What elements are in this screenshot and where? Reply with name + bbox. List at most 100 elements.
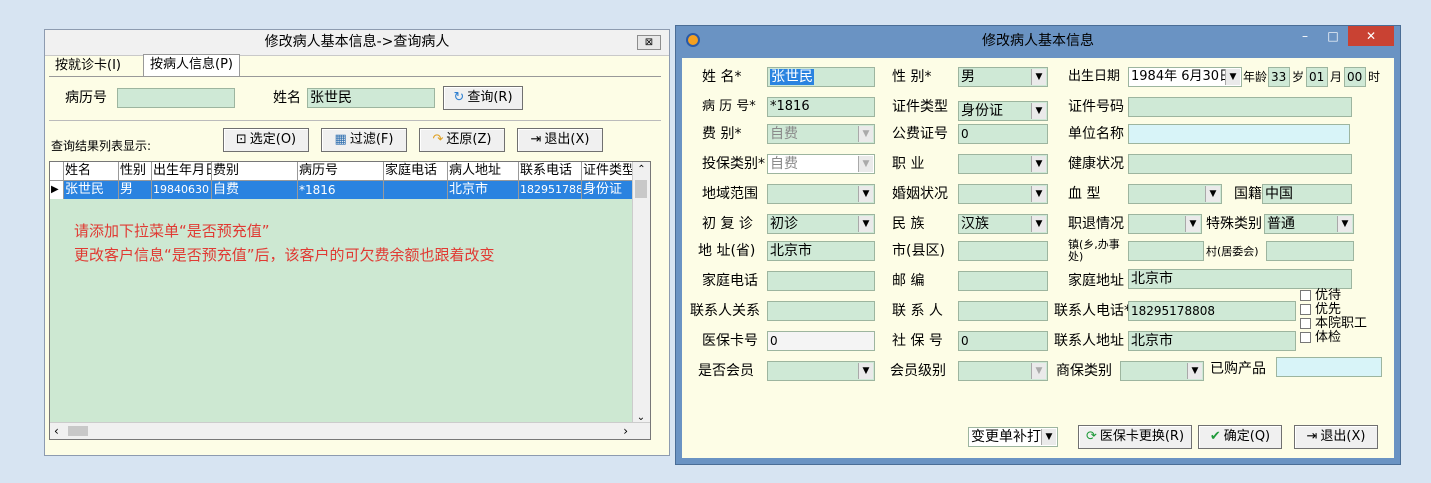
col-header[interactable]: 联系电话 <box>519 162 582 180</box>
restore-button[interactable]: ↷ 还原(Z) <box>419 128 505 152</box>
col-header[interactable]: 出生年月日 <box>152 162 212 180</box>
chevron-down-icon[interactable]: ▼ <box>858 363 873 379</box>
name-input[interactable]: 张世民 <box>767 67 875 87</box>
query-button[interactable]: ↻ 查询(R) <box>443 86 523 110</box>
biz-insure-select[interactable]: ▼ <box>1120 361 1204 381</box>
insure-type-select[interactable]: 自费 ▼ <box>767 154 875 174</box>
med-card-input[interactable]: 0 <box>767 331 875 351</box>
chevron-down-icon[interactable]: ▼ <box>858 126 873 142</box>
chevron-down-icon[interactable]: ▼ <box>1031 156 1046 172</box>
checkbox-box[interactable] <box>1300 318 1311 329</box>
chevron-down-icon[interactable]: ▼ <box>858 216 873 232</box>
col-header[interactable]: 费别 <box>212 162 298 180</box>
filter-button[interactable]: ▦ 过滤(F) <box>321 128 407 152</box>
chevron-down-icon[interactable]: ▼ <box>1031 69 1046 85</box>
nationality-input[interactable]: 中国 <box>1262 184 1352 204</box>
checkbox-youxian[interactable]: 优先 <box>1300 303 1367 317</box>
col-header[interactable]: 家庭电话 <box>384 162 448 180</box>
health-input[interactable] <box>1128 154 1352 174</box>
scroll-right-icon[interactable]: › <box>623 424 628 438</box>
minimize-icon[interactable]: – <box>1292 26 1318 46</box>
chevron-down-icon[interactable]: ▼ <box>1225 69 1240 85</box>
checkbox-checkup[interactable]: 体检 <box>1300 331 1367 345</box>
products-input[interactable] <box>1276 357 1382 377</box>
village-input[interactable] <box>1266 241 1354 261</box>
select-button[interactable]: ⊡ 选定(O) <box>223 128 309 152</box>
checkbox-box[interactable] <box>1300 290 1311 301</box>
id-type-select[interactable]: 身份证 ▼ <box>958 101 1048 121</box>
gender-select[interactable]: 男 ▼ <box>958 67 1048 87</box>
checkbox-youdai[interactable]: 优待 <box>1300 289 1367 303</box>
employer-input[interactable] <box>1128 124 1350 144</box>
id-no-input[interactable] <box>1128 97 1352 117</box>
col-header[interactable]: 病人地址 <box>448 162 519 180</box>
chevron-down-icon[interactable]: ▼ <box>1031 103 1046 119</box>
reprint-select[interactable]: 变更单补打 ▼ <box>968 427 1058 447</box>
scroll-up-icon[interactable]: ⌃ <box>633 162 650 178</box>
tab-by-card[interactable]: 按就诊卡(I) <box>49 56 127 76</box>
city-input[interactable] <box>958 241 1048 261</box>
visit-select[interactable]: 初诊 ▼ <box>767 214 875 234</box>
horizontal-scrollbar[interactable]: ‹ › <box>50 422 650 439</box>
tab-by-patient-info[interactable]: 按病人信息(P) <box>143 54 240 76</box>
scroll-thumb[interactable] <box>68 426 88 436</box>
scroll-left-icon[interactable]: ‹ <box>54 424 59 438</box>
contact-phone-input[interactable]: 18295178808 <box>1128 301 1296 321</box>
chevron-down-icon[interactable]: ▼ <box>1337 216 1352 232</box>
age-months-input[interactable]: 01 <box>1306 67 1328 87</box>
col-header[interactable]: 姓名 <box>64 162 119 180</box>
chevron-down-icon[interactable]: ▼ <box>1041 429 1056 445</box>
maximize-icon[interactable]: □ <box>1320 26 1346 46</box>
member-select[interactable]: ▼ <box>767 361 875 381</box>
exit-button[interactable]: ⇥ 退出(X) <box>1294 425 1378 449</box>
retire-select[interactable]: ▼ <box>1128 214 1202 234</box>
blood-select[interactable]: ▼ <box>1128 184 1222 204</box>
table-row[interactable]: ▶ 张世民 男 19840630 自费 *1816 北京市 1829517880… <box>50 181 650 199</box>
home-phone-input[interactable] <box>767 271 875 291</box>
change-card-button[interactable]: ⟳ 医保卡更换(R) <box>1078 425 1192 449</box>
occupation-select[interactable]: ▼ <box>958 154 1048 174</box>
special-select[interactable]: 普通 ▼ <box>1264 214 1354 234</box>
record-no-input[interactable] <box>117 88 235 108</box>
birth-date-picker[interactable]: 1984年 6月30日 ▼ <box>1128 67 1242 87</box>
checkbox-box[interactable] <box>1300 304 1311 315</box>
fee-type-select[interactable]: 自费 ▼ <box>767 124 875 144</box>
town-input[interactable] <box>1128 241 1204 261</box>
col-header[interactable]: 病历号 <box>298 162 384 180</box>
contact-input[interactable] <box>958 301 1048 321</box>
checkbox-staff[interactable]: 本院职工 <box>1300 317 1367 331</box>
chevron-down-icon[interactable]: ▼ <box>858 156 873 172</box>
age-years-input[interactable]: 33 <box>1268 67 1290 87</box>
scroll-thumb[interactable] <box>635 180 647 198</box>
home-addr-input[interactable]: 北京市 <box>1128 269 1352 289</box>
exit-button[interactable]: ⇥ 退出(X) <box>517 128 603 152</box>
member-level-select[interactable]: ▼ <box>958 361 1048 381</box>
province-input[interactable]: 北京市 <box>767 241 875 261</box>
col-header[interactable]: 性别 <box>119 162 152 180</box>
chevron-down-icon[interactable]: ▼ <box>1185 216 1200 232</box>
marital-select[interactable]: ▼ <box>958 184 1048 204</box>
contact-rel-input[interactable] <box>767 301 875 321</box>
confirm-button[interactable]: ✔ 确定(Q) <box>1198 425 1282 449</box>
cell: 张世民 <box>64 181 119 199</box>
close-icon[interactable]: ✕ <box>1348 26 1394 46</box>
region-select[interactable]: ▼ <box>767 184 875 204</box>
close-icon[interactable]: ⊠ <box>637 35 661 50</box>
social-no-input[interactable]: 0 <box>958 331 1048 351</box>
chevron-down-icon[interactable]: ▼ <box>1031 186 1046 202</box>
chevron-down-icon[interactable]: ▼ <box>1205 186 1220 202</box>
record-no-input[interactable]: *1816 <box>767 97 875 117</box>
chevron-down-icon[interactable]: ▼ <box>1031 363 1046 379</box>
chevron-down-icon[interactable]: ▼ <box>1031 216 1046 232</box>
chevron-down-icon[interactable]: ▼ <box>1187 363 1202 379</box>
postcode-input[interactable] <box>958 271 1048 291</box>
name-input[interactable]: 张世民 <box>307 88 435 108</box>
ethnic-select[interactable]: 汉族 ▼ <box>958 214 1048 234</box>
checkbox-box[interactable] <box>1300 332 1311 343</box>
ethnic-label: 民 族 <box>892 216 925 232</box>
contact-addr-input[interactable]: 北京市 <box>1128 331 1296 351</box>
age-hours-input[interactable]: 00 <box>1344 67 1366 87</box>
public-fee-no-input[interactable]: 0 <box>958 124 1048 144</box>
chevron-down-icon[interactable]: ▼ <box>858 186 873 202</box>
vertical-scrollbar[interactable]: ⌃ ⌄ <box>632 162 650 439</box>
